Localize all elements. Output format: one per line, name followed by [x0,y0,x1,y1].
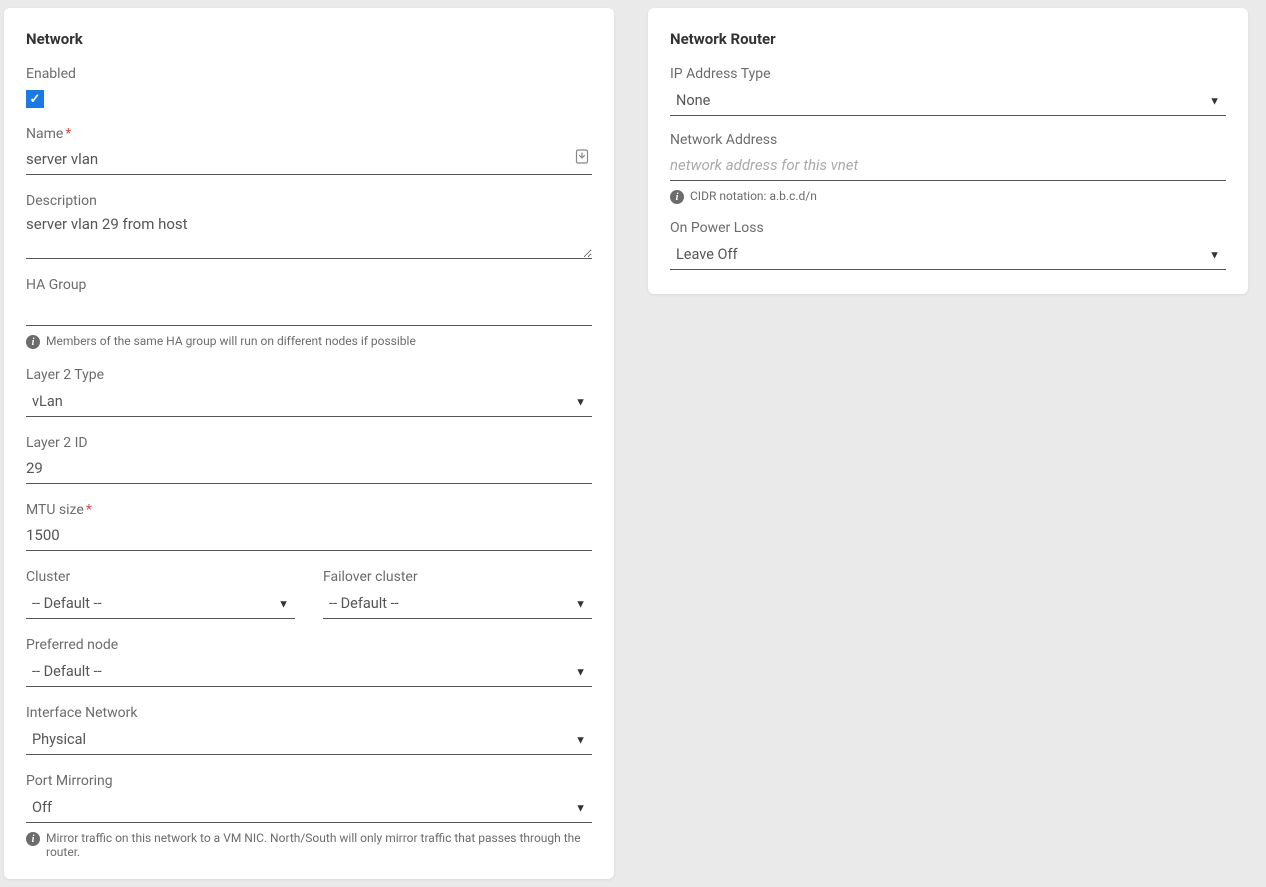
name-label-text: Name [26,126,63,142]
failover-cluster-label: Failover cluster [323,569,592,585]
layer2-type-group: Layer 2 Type vLan ▼ [26,367,592,417]
preferred-node-label: Preferred node [26,637,592,653]
mtu-label: MTU size* [26,502,592,518]
ha-group-helper-text: Members of the same HA group will run on… [46,334,416,348]
layer2-id-label: Layer 2 ID [26,435,592,451]
ha-group-label: HA Group [26,277,592,293]
port-mirroring-group: Port Mirroring Off ▼ i Mirror traffic on… [26,773,592,859]
network-card: Network Enabled ✓ Name* Des [4,8,614,879]
enabled-checkbox[interactable]: ✓ [26,90,44,108]
name-label: Name* [26,126,592,142]
enabled-label: Enabled [26,66,592,82]
failover-cluster-group: Failover cluster -- Default -- ▼ [323,569,592,619]
required-asterisk: * [86,502,92,518]
name-input[interactable] [26,146,592,175]
network-address-group: Network Address i CIDR notation: a.b.c.d… [670,132,1226,204]
layer2-type-select[interactable]: vLan [26,387,592,417]
ha-group-group: HA Group i Members of the same HA group … [26,277,592,349]
name-group: Name* [26,126,592,175]
interface-network-label: Interface Network [26,705,592,721]
preferred-node-select[interactable]: -- Default -- [26,657,592,687]
interface-network-select[interactable]: Physical [26,725,592,755]
layer2-type-label: Layer 2 Type [26,367,592,383]
ip-type-select[interactable]: None [670,86,1226,116]
preferred-node-group: Preferred node -- Default -- ▼ [26,637,592,687]
port-mirroring-label: Port Mirroring [26,773,592,789]
network-address-label: Network Address [670,132,1226,148]
description-textarea[interactable]: server vlan 29 from host [26,213,592,259]
power-loss-select[interactable]: Leave Off [670,240,1226,270]
cluster-label: Cluster [26,569,295,585]
enabled-group: Enabled ✓ [26,66,592,108]
power-loss-group: On Power Loss Leave Off ▼ [670,220,1226,270]
failover-cluster-select[interactable]: -- Default -- [323,589,592,619]
info-icon: i [670,190,684,204]
layer2-id-input[interactable] [26,455,592,484]
description-label: Description [26,193,592,209]
router-title: Network Router [670,30,1226,48]
ip-type-label: IP Address Type [670,66,1226,82]
ha-group-input[interactable] [26,297,592,326]
network-address-helper: i CIDR notation: a.b.c.d/n [670,189,1226,204]
network-address-helper-text: CIDR notation: a.b.c.d/n [690,189,817,203]
port-mirroring-helper-text: Mirror traffic on this network to a VM N… [46,831,592,859]
mtu-label-text: MTU size [26,502,84,518]
description-group: Description server vlan 29 from host [26,193,592,259]
interface-network-group: Interface Network Physical ▼ [26,705,592,755]
ha-group-helper: i Members of the same HA group will run … [26,334,592,349]
autofill-icon [574,148,590,164]
network-title: Network [26,30,592,48]
ip-type-group: IP Address Type None ▼ [670,66,1226,116]
info-icon: i [26,335,40,349]
mtu-input[interactable] [26,522,592,551]
network-router-card: Network Router IP Address Type None ▼ Ne… [648,8,1248,294]
network-address-input[interactable] [670,152,1226,181]
port-mirroring-select[interactable]: Off [26,793,592,823]
cluster-group: Cluster -- Default -- ▼ [26,569,295,619]
info-icon: i [26,832,40,846]
layer2-id-group: Layer 2 ID [26,435,592,484]
mtu-group: MTU size* [26,502,592,551]
power-loss-label: On Power Loss [670,220,1226,236]
cluster-select[interactable]: -- Default -- [26,589,295,619]
required-asterisk: * [65,126,71,142]
port-mirroring-helper: i Mirror traffic on this network to a VM… [26,831,592,859]
